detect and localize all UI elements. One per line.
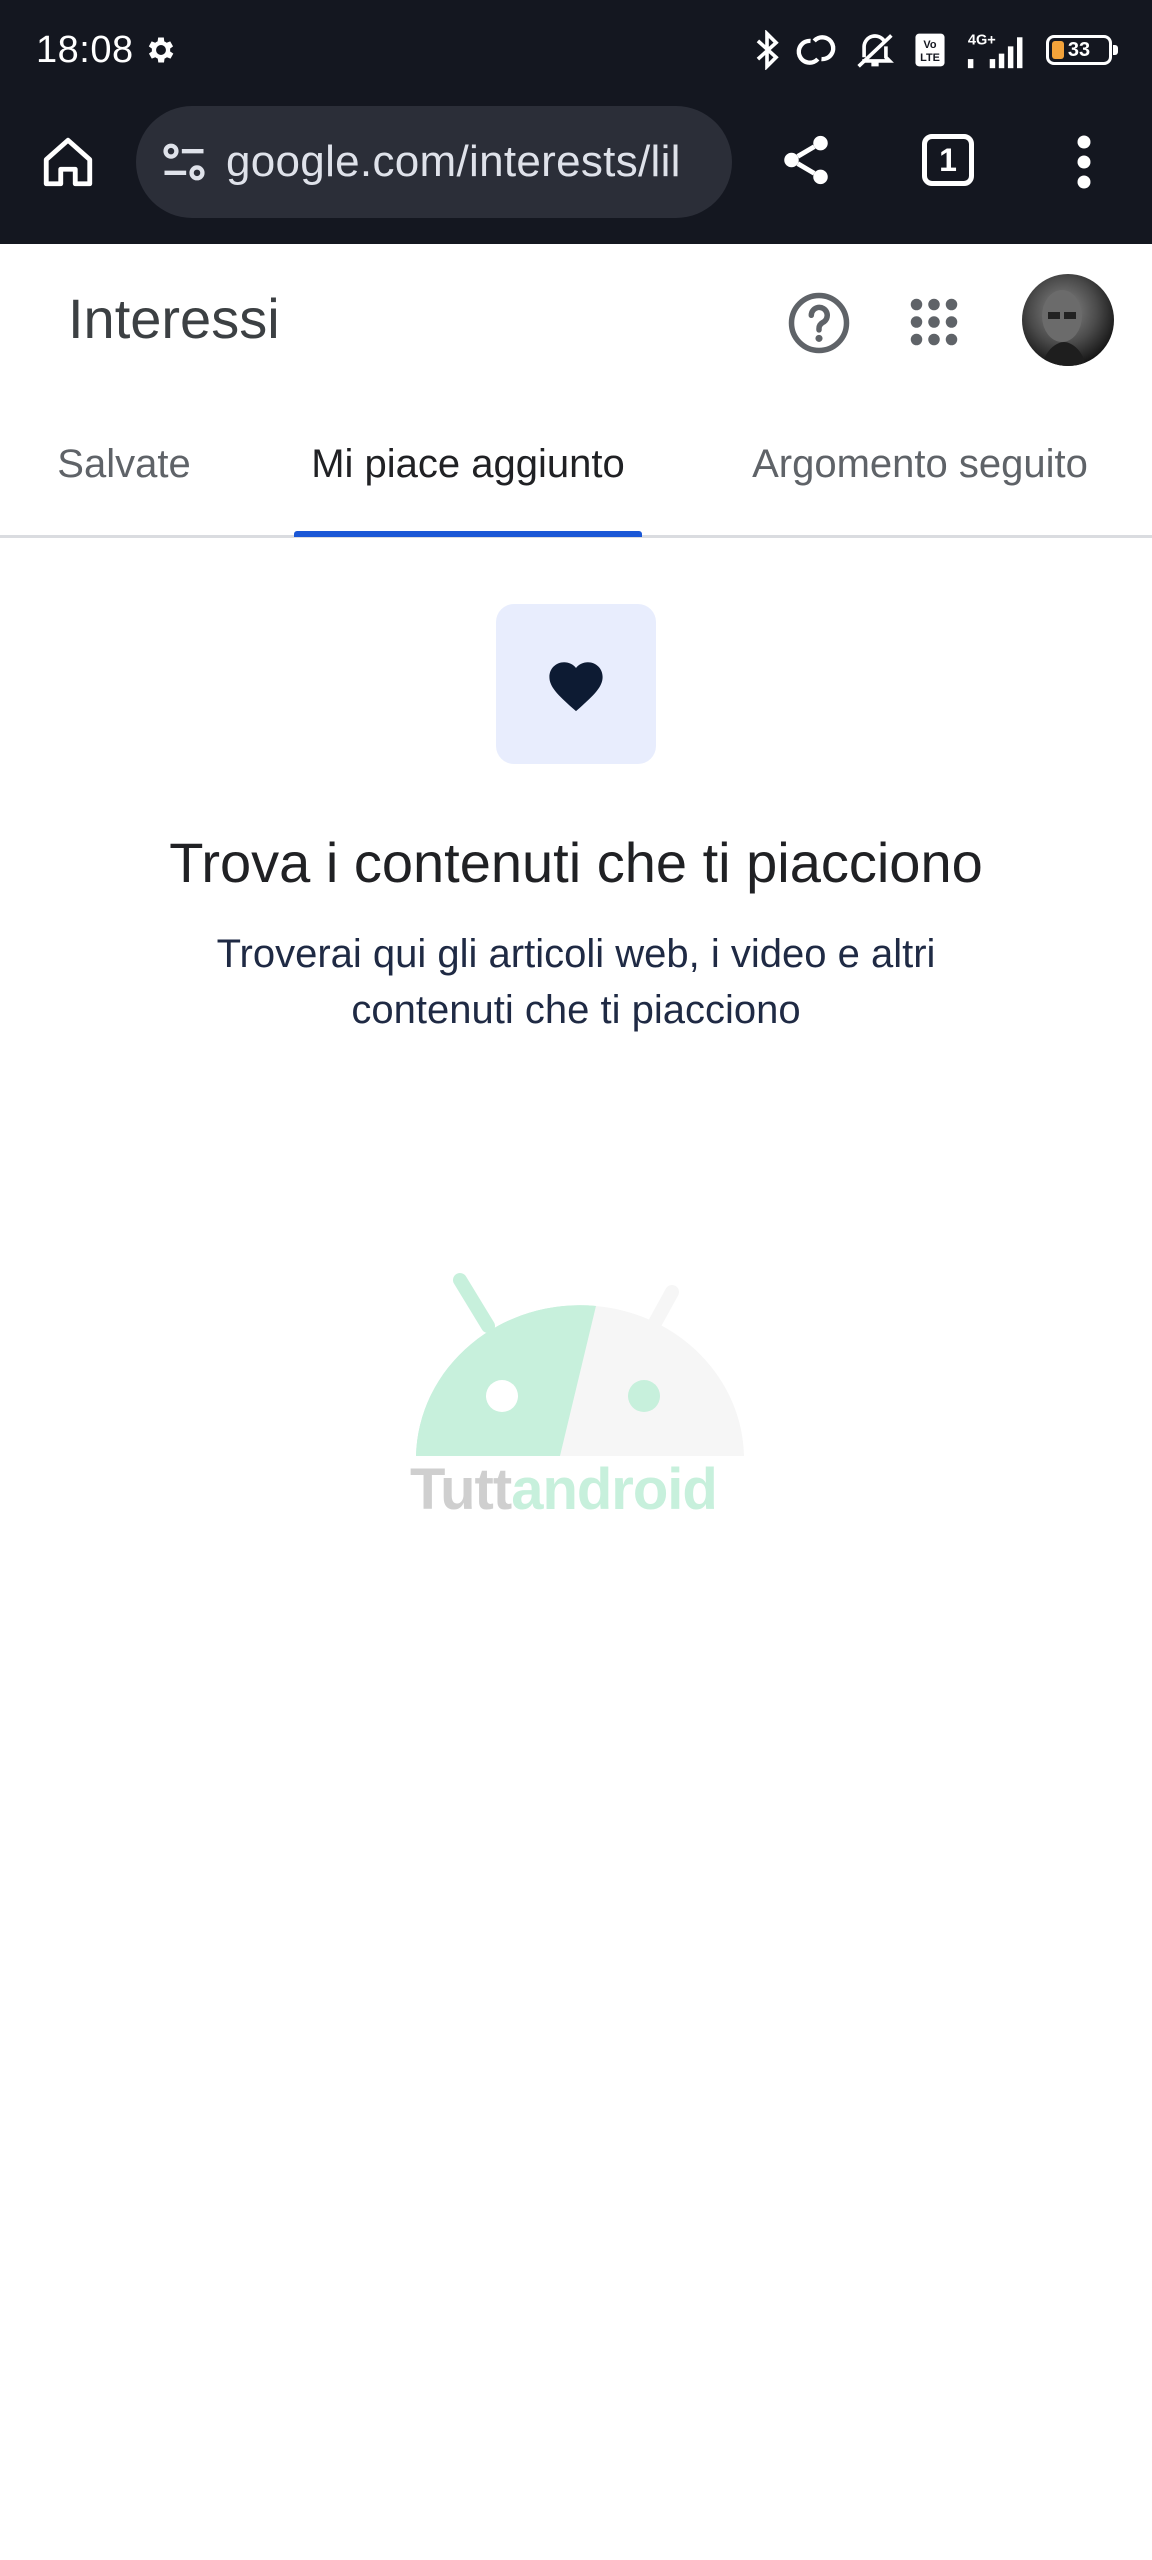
- tab-followed-topics-label: Argomento seguito: [752, 442, 1088, 486]
- svg-text:LTE: LTE: [920, 52, 940, 64]
- status-time: 18:08: [36, 29, 134, 71]
- avatar-photo-icon: [1042, 290, 1086, 366]
- heart-icon: [549, 662, 603, 712]
- tab-saved[interactable]: Salvate: [24, 394, 224, 535]
- tab-followed-topics[interactable]: Argomento seguito: [720, 394, 1120, 535]
- hotspot-link-icon: [796, 35, 836, 65]
- volte-icon: Vo LTE: [915, 33, 945, 67]
- help-icon[interactable]: [786, 290, 852, 356]
- site-settings-icon[interactable]: [158, 136, 210, 188]
- more-vert-icon: [1077, 135, 1091, 189]
- account-avatar[interactable]: [1022, 274, 1114, 366]
- svg-text:Vo: Vo: [923, 39, 936, 51]
- bluetooth-icon: [756, 30, 779, 70]
- address-bar[interactable]: google.com/interests/lil: [136, 106, 732, 218]
- settings-gear-icon: [148, 37, 174, 63]
- watermark-text: Tuttandroid: [410, 1456, 750, 1523]
- tab-liked-label: Mi piace aggiunto: [311, 442, 625, 486]
- silent-mode-icon: [857, 34, 894, 68]
- android-logo-icon: [416, 1273, 744, 1456]
- share-button[interactable]: [772, 126, 840, 194]
- browser-toolbar: google.com/interests/lil 1: [0, 100, 1152, 244]
- signal-4g-icon: 4G+: [967, 33, 1023, 69]
- app-header: Interessi: [0, 244, 1152, 394]
- browser-menu-button[interactable]: [1060, 126, 1108, 198]
- interests-tabs: Salvate Mi piace aggiunto Argomento segu…: [0, 394, 1152, 538]
- page-title: Interessi: [68, 287, 280, 350]
- url-text[interactable]: google.com/interests/lil: [226, 137, 732, 187]
- share-icon: [784, 135, 828, 185]
- battery-level: 33: [1067, 38, 1091, 61]
- svg-text:4G+: 4G+: [968, 33, 996, 49]
- watermark-text-part2: android: [511, 1457, 718, 1522]
- home-icon: [43, 137, 93, 187]
- tuttandroid-watermark: Tuttandroid: [410, 1270, 750, 1530]
- tab-switcher-button[interactable]: 1: [922, 134, 974, 186]
- empty-state-title: Trova i contenuti che ti piacciono: [169, 831, 983, 894]
- apps-grid-icon[interactable]: [904, 292, 964, 352]
- battery-icon: 33: [1046, 35, 1118, 65]
- watermark-text-part1: Tutt: [410, 1457, 512, 1522]
- tab-liked[interactable]: Mi piace aggiunto: [294, 394, 642, 537]
- tab-saved-label: Salvate: [57, 442, 191, 486]
- status-icons: Vo LTE 4G+ 33: [754, 26, 1118, 74]
- empty-state-icon-box: [496, 604, 656, 764]
- empty-state-description: Troverai qui gli articoli web, i video e…: [216, 932, 936, 1032]
- status-bar: 18:08 Vo LTE 4G+ 33: [0, 0, 1152, 100]
- home-button[interactable]: [36, 130, 100, 194]
- active-tab-indicator: [294, 531, 642, 537]
